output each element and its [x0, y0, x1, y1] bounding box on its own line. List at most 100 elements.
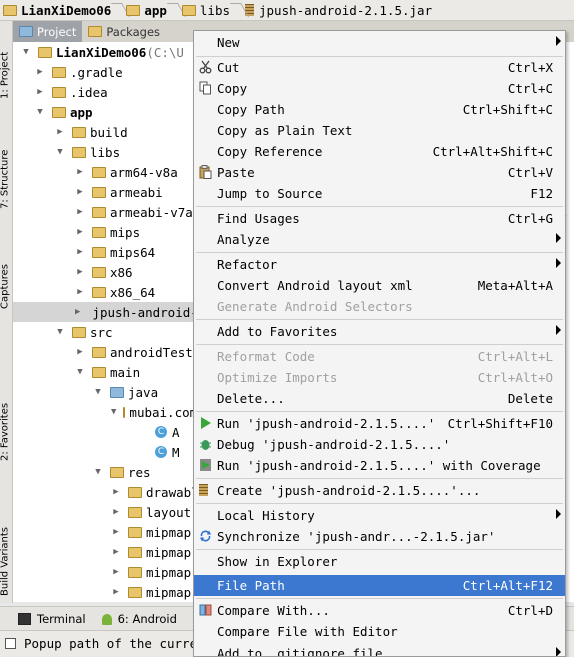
collapsed-arrow-icon[interactable]: ▶: [111, 487, 121, 497]
tree-item-gradle[interactable]: ▶ .gradle: [13, 62, 193, 82]
tree-item-mipmap-mdpi[interactable]: ▶ mipmap-mdpi: [13, 542, 193, 562]
tree-item-layout[interactable]: ▶ layout: [13, 502, 193, 522]
collapsed-arrow-icon[interactable]: ▶: [111, 567, 121, 577]
menu-item-convert-layout[interactable]: Convert Android layout xml Meta+Alt+A: [194, 275, 565, 296]
collapsed-arrow-icon[interactable]: ▶: [75, 267, 85, 277]
collapsed-arrow-icon[interactable]: ▶: [111, 587, 121, 597]
tree-item-armeabi-v7a[interactable]: ▶ armeabi-v7a: [13, 202, 193, 222]
tree-item-res[interactable]: ▼ res: [13, 462, 193, 482]
breadcrumb-libs[interactable]: libs: [179, 0, 234, 20]
tab-project[interactable]: Project: [13, 21, 83, 42]
tree-item-drawable[interactable]: ▶ drawable: [13, 482, 193, 502]
tree-item-libs[interactable]: ▼ libs: [13, 142, 193, 162]
collapsed-arrow-icon[interactable]: ▶: [75, 287, 85, 297]
menu-item-refactor[interactable]: Refactor: [194, 254, 565, 275]
menu-item-create-config[interactable]: Create 'jpush-android-2.1.5....'...: [194, 480, 565, 501]
terminal-tab[interactable]: Terminal: [0, 607, 94, 631]
project-icon: [19, 26, 33, 37]
tree-item-class-m[interactable]: CM: [13, 442, 193, 462]
build-variants-tool-tab[interactable]: Build Variants: [0, 486, 11, 596]
breadcrumb-project[interactable]: LianXiDemo06: [0, 0, 115, 20]
status-text: Popup path of the current: [24, 636, 213, 651]
menu-item-analyze[interactable]: Analyze: [194, 229, 565, 250]
tab-packages[interactable]: Packages: [82, 21, 166, 42]
tree-item-app[interactable]: ▼ app: [13, 102, 193, 122]
menu-item-copy-reference[interactable]: Copy Reference Ctrl+Alt+Shift+C: [194, 141, 565, 162]
menu-item-copy-plain-text[interactable]: Copy as Plain Text: [194, 120, 565, 141]
menu-item-delete[interactable]: Delete... Delete: [194, 388, 565, 409]
menu-item-new[interactable]: New: [194, 32, 565, 53]
collapsed-arrow-icon[interactable]: ▶: [75, 187, 85, 197]
collapsed-arrow-icon[interactable]: ▶: [111, 547, 121, 557]
tree-item-build[interactable]: ▶ build: [13, 122, 193, 142]
collapsed-arrow-icon[interactable]: ▶: [75, 207, 85, 217]
tree-item-mips[interactable]: ▶ mips: [13, 222, 193, 242]
tree-item-mips64[interactable]: ▶ mips64: [13, 242, 193, 262]
tree-item-x86[interactable]: ▶ x86: [13, 262, 193, 282]
collapsed-arrow-icon[interactable]: ▶: [35, 87, 45, 97]
menu-item-label: Analyze: [217, 232, 270, 247]
tree-item-java[interactable]: ▼ java: [13, 382, 193, 402]
menu-item-show-in-explorer[interactable]: Show in Explorer: [194, 551, 565, 572]
menu-item-copy[interactable]: Copy Ctrl+C: [194, 78, 565, 99]
favorites-tool-tab[interactable]: 2: Favorites: [0, 371, 11, 461]
tree-item-arm64-v8a[interactable]: ▶ arm64-v8a: [13, 162, 193, 182]
expanded-arrow-icon[interactable]: ▼: [21, 47, 31, 57]
menu-item-file-path[interactable]: File Path Ctrl+Alt+F12: [194, 575, 565, 596]
project-tool-tab[interactable]: 1: Project: [0, 23, 11, 99]
collapsed-arrow-icon[interactable]: ▶: [35, 67, 45, 77]
tree-item-mipmap-xxhdpi[interactable]: ▶ mipmap-xxhdpi: [13, 582, 193, 602]
breadcrumb-jar[interactable]: jpush-android-2.1.5.jar: [242, 0, 436, 20]
collapsed-arrow-icon[interactable]: ▶: [75, 347, 85, 357]
folder-icon: [128, 586, 142, 598]
menu-item-add-to-favorites[interactable]: Add to Favorites: [194, 321, 565, 342]
menu-item-label: Paste: [217, 165, 255, 180]
menu-item-copy-path[interactable]: Copy Path Ctrl+Shift+C: [194, 99, 565, 120]
expanded-arrow-icon[interactable]: ▼: [111, 407, 116, 417]
project-tree: ▼ LianXiDemo06 (C:\U ▶ .gradle ▶ .idea ▼ app…: [13, 42, 193, 602]
android-tab[interactable]: 6: Android: [94, 607, 185, 631]
expanded-arrow-icon[interactable]: ▼: [93, 467, 103, 477]
menu-item-run-coverage[interactable]: Run 'jpush-android-2.1.5....' with Cover…: [194, 455, 565, 476]
menu-item-find-usages[interactable]: Find Usages Ctrl+G: [194, 208, 565, 229]
tree-item-armeabi[interactable]: ▶ armeabi: [13, 182, 193, 202]
menu-item-label: Compare With...: [217, 603, 330, 618]
tree-item-androidtest[interactable]: ▶ androidTest: [13, 342, 193, 362]
menu-item-cut[interactable]: Cut Ctrl+X: [194, 57, 565, 78]
tree-item-mipmap-hdpi[interactable]: ▶ mipmap-hdpi: [13, 522, 193, 542]
collapsed-arrow-icon[interactable]: ▶: [55, 127, 65, 137]
menu-item-paste[interactable]: Paste Ctrl+V: [194, 162, 565, 183]
menu-item-synchronize[interactable]: Synchronize 'jpush-andr...-2.1.5.jar': [194, 526, 565, 547]
collapsed-arrow-icon[interactable]: ▶: [75, 227, 85, 237]
menu-item-compare-with-editor[interactable]: Compare File with Editor: [194, 621, 565, 642]
expanded-arrow-icon[interactable]: ▼: [35, 107, 45, 117]
expanded-arrow-icon[interactable]: ▼: [55, 147, 65, 157]
breadcrumb-app[interactable]: app: [123, 0, 171, 20]
collapsed-arrow-icon[interactable]: ▶: [75, 307, 80, 317]
collapsed-arrow-icon[interactable]: ▶: [111, 527, 121, 537]
tree-item-main[interactable]: ▼ main: [13, 362, 193, 382]
tree-item-label: A: [172, 424, 180, 440]
tree-item-idea[interactable]: ▶ .idea: [13, 82, 193, 102]
expanded-arrow-icon[interactable]: ▼: [55, 327, 65, 337]
menu-item-debug[interactable]: Debug 'jpush-android-2.1.5....': [194, 434, 565, 455]
structure-tool-tab[interactable]: 7: Structure: [0, 129, 11, 209]
tree-item-jpush-jar[interactable]: ▶ jpush-android-2.1.5.jar: [13, 302, 193, 322]
collapsed-arrow-icon[interactable]: ▶: [111, 507, 121, 517]
tree-item-package[interactable]: ▼ mubai.com.lianxidemo06: [13, 402, 193, 422]
collapsed-arrow-icon[interactable]: ▶: [75, 167, 85, 177]
tree-item-mipmap-xhdpi[interactable]: ▶ mipmap-xhdpi: [13, 562, 193, 582]
menu-item-label: Copy Reference: [217, 144, 323, 159]
expanded-arrow-icon[interactable]: ▼: [75, 367, 85, 377]
collapsed-arrow-icon[interactable]: ▶: [75, 247, 85, 257]
tree-item-src[interactable]: ▼ src: [13, 322, 193, 342]
tree-item-root[interactable]: ▼ LianXiDemo06 (C:\U: [13, 42, 193, 62]
menu-item-compare-with[interactable]: Compare With... Ctrl+D: [194, 600, 565, 621]
tree-item-class-a[interactable]: CA: [13, 422, 193, 442]
menu-item-run[interactable]: Run 'jpush-android-2.1.5....' Ctrl+Shift+…: [194, 413, 565, 434]
captures-tool-tab[interactable]: Captures: [0, 239, 11, 309]
menu-item-local-history[interactable]: Local History: [194, 505, 565, 526]
tree-item-x86_64[interactable]: ▶ x86_64: [13, 282, 193, 302]
menu-item-jump-to-source[interactable]: Jump to Source F12: [194, 183, 565, 204]
expanded-arrow-icon[interactable]: ▼: [93, 387, 103, 397]
